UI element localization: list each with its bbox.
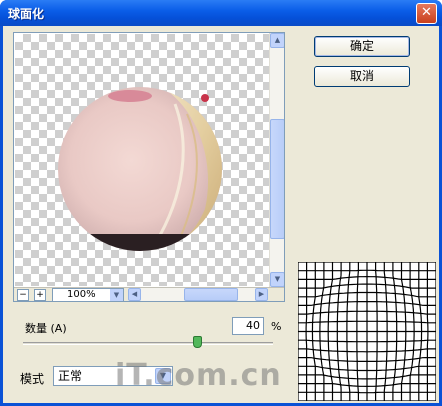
- amount-slider-track[interactable]: [23, 342, 273, 345]
- grid-image: [297, 261, 437, 402]
- zoom-in-icon[interactable]: +: [34, 289, 46, 301]
- amount-slider-thumb[interactable]: [193, 336, 202, 348]
- watermark: iT.com.cn: [115, 358, 282, 393]
- vertical-scroll-thumb[interactable]: [270, 119, 284, 239]
- close-icon: ✕: [421, 5, 432, 20]
- vertical-scrollbar[interactable]: ▲ ▼: [269, 33, 284, 287]
- close-button[interactable]: ✕: [416, 3, 437, 24]
- horizontal-scrollbar[interactable]: ◀ ▶: [128, 288, 268, 301]
- preview-pane: ▲ ▼ − + 100% ▼ ◀ ▶: [13, 32, 285, 302]
- preview-image: [58, 87, 222, 251]
- mode-value: 正常: [58, 369, 83, 383]
- amount-label: 数量 (A): [25, 322, 67, 335]
- title-bar[interactable]: 球面化 ✕: [0, 0, 442, 26]
- dialog-window: 球面化 ✕ ▲ ▼ − + 100% ▼ ◀ ▶ 确定 取消 数量 (A) 40…: [0, 0, 442, 406]
- amount-unit: %: [271, 320, 282, 333]
- mode-label: 模式: [20, 372, 45, 386]
- zoom-select[interactable]: 100% ▼: [52, 288, 124, 301]
- amount-input[interactable]: 40: [232, 317, 264, 335]
- distortion-grid-preview: [297, 261, 437, 402]
- cancel-button[interactable]: 取消: [314, 66, 410, 87]
- zoom-value: 100%: [67, 289, 96, 300]
- preview-canvas[interactable]: [15, 34, 270, 286]
- horizontal-scroll-thumb[interactable]: [184, 288, 238, 301]
- scroll-left-icon[interactable]: ◀: [128, 288, 141, 301]
- scroll-up-icon[interactable]: ▲: [270, 33, 284, 48]
- scroll-down-icon[interactable]: ▼: [270, 272, 284, 287]
- scroll-right-icon[interactable]: ▶: [255, 288, 268, 301]
- preview-toolbar: − + 100% ▼ ◀ ▶: [14, 287, 284, 301]
- chevron-down-icon: ▼: [110, 289, 123, 301]
- grid-line-vertical: [426, 262, 429, 401]
- ok-button[interactable]: 确定: [314, 36, 410, 57]
- window-title: 球面化: [8, 7, 45, 21]
- dialog-body: ▲ ▼ − + 100% ▼ ◀ ▶ 确定 取消 数量 (A) 40 % 模式 …: [3, 26, 439, 403]
- zoom-out-icon[interactable]: −: [17, 289, 29, 301]
